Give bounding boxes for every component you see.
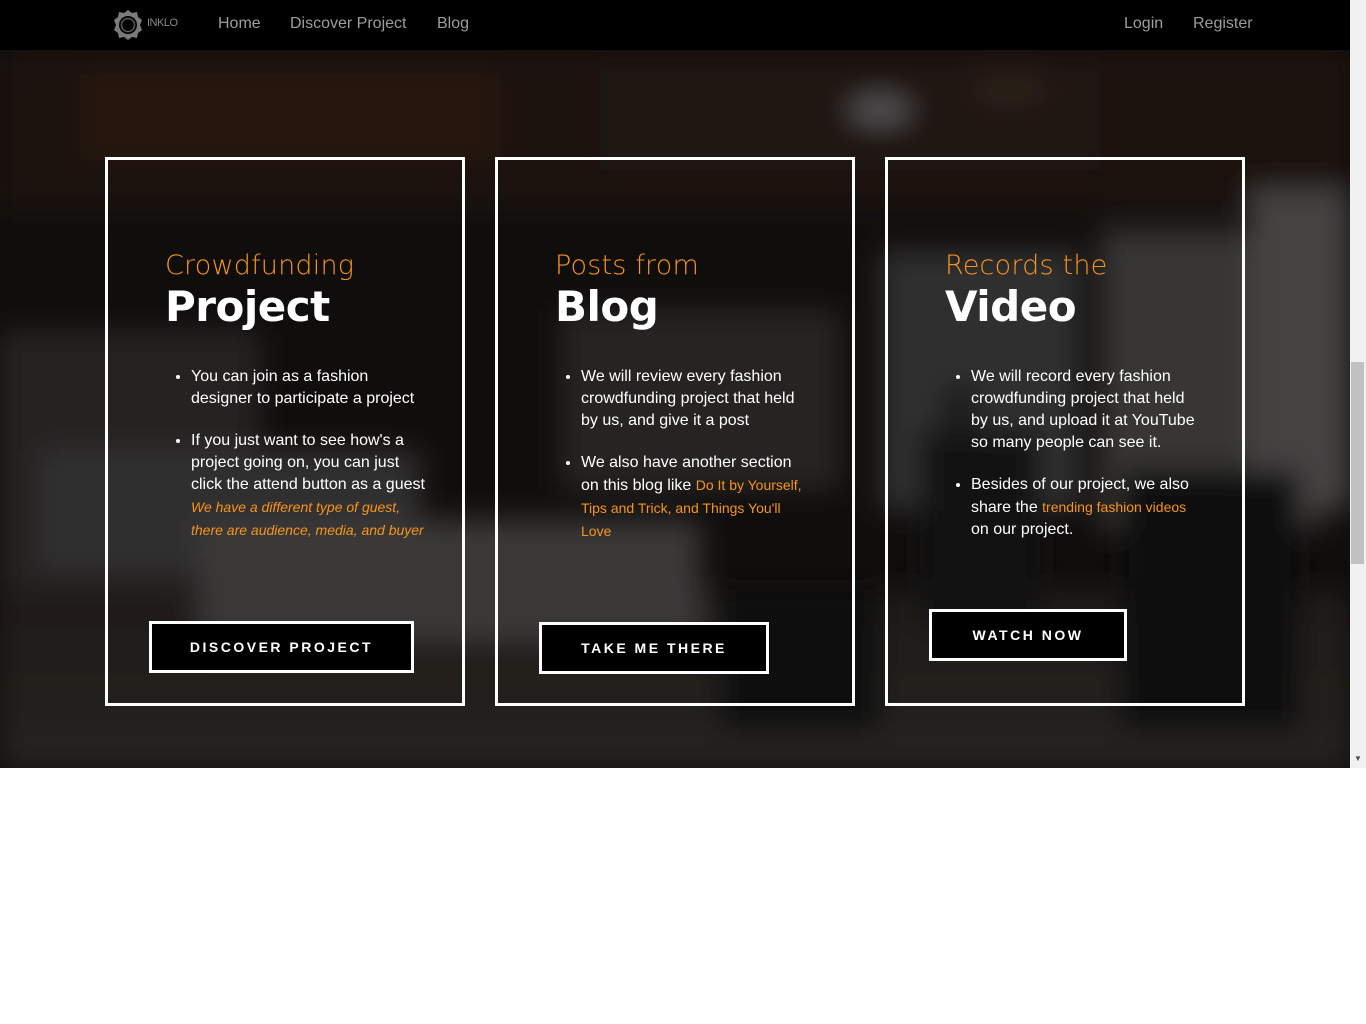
logo-icon[interactable] xyxy=(111,8,145,42)
discover-project-button[interactable]: DISCOVER PROJECT xyxy=(149,621,414,673)
navbar: INKLO Home Discover Project Blog Login R… xyxy=(0,0,1350,50)
card-title: Blog xyxy=(555,282,659,331)
nav-blog-link[interactable]: Blog xyxy=(437,15,469,33)
card-posts-from-blog: Posts from Blog We will review every fas… xyxy=(495,157,855,706)
card-title: Project xyxy=(165,282,330,331)
take-me-there-button[interactable]: TAKE ME THERE xyxy=(539,622,769,674)
list-item: Besides of our project, we also share th… xyxy=(971,474,1201,541)
card-bullet-list: You can join as a fashion designer to pa… xyxy=(169,366,431,562)
list-item: We will review every fashion crowdfundin… xyxy=(581,366,811,432)
card-kicker: Posts from xyxy=(555,250,699,281)
scroll-down-arrow-icon[interactable]: ▼ xyxy=(1353,754,1363,764)
card-kicker: Records the xyxy=(945,250,1108,281)
highlight-text: We have a different type of guest, there… xyxy=(191,499,424,538)
highlight-text: trending fashion videos xyxy=(1042,499,1187,515)
card-records-the-video: Records the Video We will record every f… xyxy=(885,157,1245,706)
logo-text[interactable]: INKLO xyxy=(147,17,178,29)
list-item: We also have another section on this blo… xyxy=(581,452,811,543)
watch-now-button[interactable]: WATCH NOW xyxy=(929,609,1127,661)
list-item: If you just want to see how's a project … xyxy=(191,430,431,542)
nav-home-link[interactable]: Home xyxy=(218,15,261,33)
list-item: We will record every fashion crowdfundin… xyxy=(971,366,1201,454)
card-crowdfunding-project: Crowdfunding Project You can join as a f… xyxy=(105,157,465,706)
card-kicker: Crowdfunding xyxy=(165,250,355,281)
card-title: Video xyxy=(945,282,1077,331)
nav-discover-project-link[interactable]: Discover Project xyxy=(290,15,406,33)
nav-login-link[interactable]: Login xyxy=(1124,15,1163,33)
scrollbar-thumb[interactable] xyxy=(1351,362,1364,564)
card-bullet-list: We will review every fashion crowdfundin… xyxy=(559,366,811,563)
card-bullet-list: We will record every fashion crowdfundin… xyxy=(949,366,1201,561)
list-item: You can join as a fashion designer to pa… xyxy=(191,366,431,410)
nav-register-link[interactable]: Register xyxy=(1193,15,1253,33)
